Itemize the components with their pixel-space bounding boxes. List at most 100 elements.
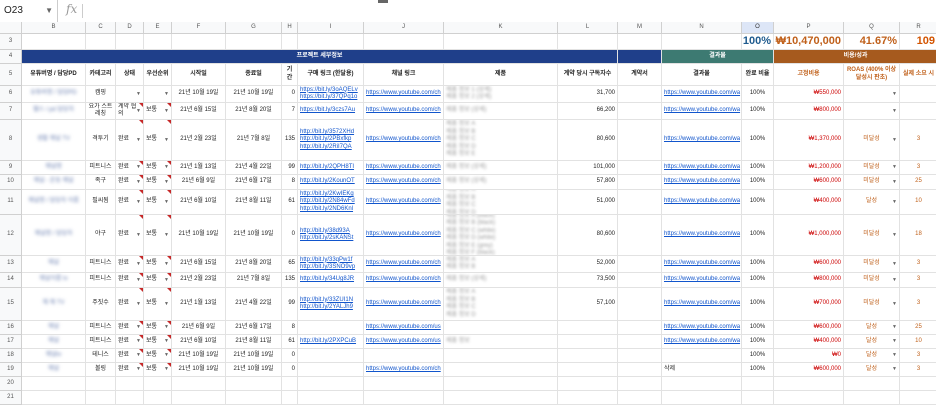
- fixed-cost-cell[interactable]: ₩550,000: [774, 86, 844, 103]
- result-cell[interactable]: https://www.youtube.com/wa: [662, 120, 742, 161]
- chevron-down-icon[interactable]: ▼: [136, 179, 141, 185]
- purchase-link-cell[interactable]: [298, 349, 364, 363]
- fixed-cost-cell[interactable]: ₩600,000: [774, 363, 844, 377]
- fixed-cost-cell[interactable]: ₩600,000: [774, 321, 844, 335]
- priority-cell[interactable]: 보통 ▼: [144, 190, 172, 215]
- end-date-cell[interactable]: 21년 10월 19일: [226, 349, 282, 363]
- product-cell[interactable]: 제품 정보 A 제품 정보 B 제품 정보 C 제품 정보 D 제품 정보 E: [444, 120, 558, 161]
- empty-cell[interactable]: [172, 34, 226, 50]
- result-cell[interactable]: https://www.youtube.com/wa: [662, 273, 742, 288]
- priority-cell[interactable]: 보통 ▼: [144, 161, 172, 175]
- column-header-Q[interactable]: Q: [844, 22, 900, 34]
- status-cell[interactable]: 완료 ▼: [116, 273, 144, 288]
- channel-link-cell[interactable]: https://www.youtube.com/us: [364, 335, 444, 349]
- purchase-link-cell[interactable]: https://bit.ly/3oAQELv https://bit.ly/37Q…: [298, 86, 364, 103]
- start-date-cell[interactable]: 21년 1월 13일: [172, 161, 226, 175]
- contract-cell[interactable]: [618, 335, 662, 349]
- roas-cell[interactable]: 미달성 ▼: [844, 161, 900, 175]
- roas-cell[interactable]: 달성 ▼: [844, 349, 900, 363]
- chevron-down-icon[interactable]: ▼: [164, 261, 169, 267]
- start-date-cell[interactable]: 21년 6월 15일: [172, 256, 226, 273]
- empty-cell[interactable]: [742, 391, 774, 405]
- row-header-19[interactable]: 19: [0, 363, 22, 377]
- youtuber-cell[interactable]: 유튜버명 / 담당PD: [22, 86, 86, 103]
- chevron-down-icon[interactable]: ▼: [164, 137, 169, 143]
- subscribers-cell[interactable]: [558, 349, 618, 363]
- priority-cell[interactable]: 보통 ▼: [144, 175, 172, 190]
- empty-cell[interactable]: [364, 391, 444, 405]
- empty-cell[interactable]: [116, 34, 144, 50]
- empty-cell[interactable]: [444, 34, 558, 50]
- roas-cell[interactable]: 미달성 ▼: [844, 256, 900, 273]
- empty-cell[interactable]: [558, 391, 618, 405]
- period-cell[interactable]: 61: [282, 190, 298, 215]
- category-cell[interactable]: 필씨됨: [86, 190, 116, 215]
- empty-cell[interactable]: [282, 391, 298, 405]
- channel-link-cell[interactable]: https://www.youtube.com/ch: [364, 103, 444, 120]
- channel-link-cell[interactable]: https://www.youtube.com/ch: [364, 175, 444, 190]
- contract-cell[interactable]: [618, 321, 662, 335]
- status-cell[interactable]: 완료 ▼: [116, 321, 144, 335]
- youtuber-cell[interactable]: 채널: [22, 256, 86, 273]
- chevron-down-icon[interactable]: ▼: [164, 232, 169, 238]
- column-header-G[interactable]: G: [226, 22, 282, 34]
- end-date-cell[interactable]: 21년 10월 19일: [226, 215, 282, 256]
- purchase-link-cell[interactable]: https://bit.ly/3czs7Au: [298, 103, 364, 120]
- empty-cell[interactable]: [444, 391, 558, 405]
- contract-cell[interactable]: [618, 161, 662, 175]
- chevron-down-icon[interactable]: ▼: [164, 338, 169, 344]
- chevron-down-icon[interactable]: ▼: [136, 324, 141, 330]
- category-cell[interactable]: 요가 스트레칭: [86, 103, 116, 120]
- roas-cell[interactable]: ▼: [844, 86, 900, 103]
- subscribers-cell[interactable]: 31,700: [558, 86, 618, 103]
- period-cell[interactable]: 135: [282, 120, 298, 161]
- priority-cell[interactable]: 보통 ▼: [144, 321, 172, 335]
- chevron-down-icon[interactable]: ▼: [136, 108, 141, 114]
- row-header-4[interactable]: 4: [0, 50, 22, 64]
- empty-cell[interactable]: [22, 34, 86, 50]
- empty-cell[interactable]: [226, 34, 282, 50]
- priority-cell[interactable]: 보통 ▼: [144, 288, 172, 321]
- start-date-cell[interactable]: 21년 1월 13일: [172, 288, 226, 321]
- category-cell[interactable]: 피트니스: [86, 256, 116, 273]
- empty-cell[interactable]: [172, 391, 226, 405]
- start-date-cell[interactable]: 21년 6월 10일: [172, 190, 226, 215]
- roas-cell[interactable]: 미달성 ▼: [844, 288, 900, 321]
- chevron-down-icon[interactable]: ▼: [136, 199, 141, 205]
- status-cell[interactable]: 완료 ▼: [116, 363, 144, 377]
- result-cell[interactable]: 삭제: [662, 363, 742, 377]
- chevron-down-icon[interactable]: ▼: [892, 338, 897, 344]
- chevron-down-icon[interactable]: ▼: [892, 179, 897, 185]
- end-date-cell[interactable]: 21년 4월 22일: [226, 161, 282, 175]
- status-cell[interactable]: 완료 ▼: [116, 175, 144, 190]
- category-cell[interactable]: 족구: [86, 175, 116, 190]
- actual-sales-cell[interactable]: [900, 103, 936, 120]
- completion-cell[interactable]: 100%: [742, 363, 774, 377]
- category-cell[interactable]: 캠핑: [86, 86, 116, 103]
- category-cell[interactable]: 격투기: [86, 120, 116, 161]
- name-box[interactable]: O23 ▼: [0, 0, 58, 22]
- start-date-cell[interactable]: 21년 2월 23일: [172, 273, 226, 288]
- empty-cell[interactable]: [298, 377, 364, 391]
- fixed-cost-cell[interactable]: ₩0: [774, 349, 844, 363]
- status-cell[interactable]: ▼: [116, 86, 144, 103]
- priority-cell[interactable]: 보통 ▼: [144, 103, 172, 120]
- contract-cell[interactable]: [618, 86, 662, 103]
- fixed-cost-cell[interactable]: ₩800,000: [774, 103, 844, 120]
- result-cell[interactable]: https://www.youtube.com/wa: [662, 288, 742, 321]
- purchase-link-cell[interactable]: http://bit.ly/33ZUI1N http://bit.ly/2YALJ…: [298, 288, 364, 321]
- chevron-down-icon[interactable]: ▼: [164, 366, 169, 372]
- end-date-cell[interactable]: 21년 8월 11일: [226, 190, 282, 215]
- actual-sales-cell[interactable]: [900, 86, 936, 103]
- actual-sales-cell[interactable]: 3: [900, 120, 936, 161]
- period-cell[interactable]: 8: [282, 175, 298, 190]
- row-header-6[interactable]: 6: [0, 86, 22, 103]
- empty-cell[interactable]: [144, 377, 172, 391]
- roas-cell[interactable]: 달성 ▼: [844, 363, 900, 377]
- purchase-link-cell[interactable]: http://bit.ly/2PXPCuB: [298, 335, 364, 349]
- roas-cell[interactable]: 미달성 ▼: [844, 273, 900, 288]
- actual-sales-cell[interactable]: 10: [900, 335, 936, 349]
- roas-cell[interactable]: ▼: [844, 103, 900, 120]
- start-date-cell[interactable]: 21년 10월 19일: [172, 349, 226, 363]
- category-cell[interactable]: 볼링: [86, 363, 116, 377]
